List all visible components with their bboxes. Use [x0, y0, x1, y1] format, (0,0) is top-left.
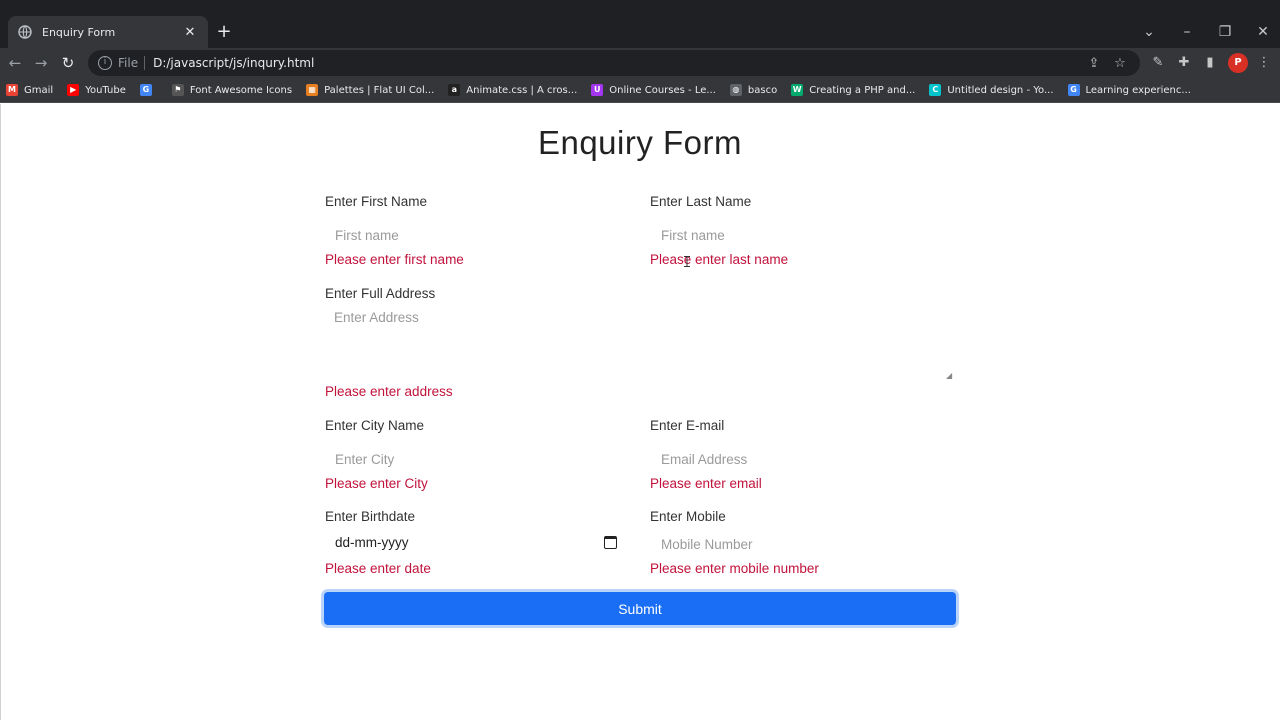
bookmark-item[interactable]: a Animate.css | A cros...	[448, 84, 577, 96]
back-arrow-icon[interactable]: ←	[4, 52, 26, 74]
resize-handle-icon[interactable]: ◢	[946, 372, 954, 380]
mobile-label: Enter Mobile	[650, 509, 726, 524]
city-error: Please enter City	[325, 476, 428, 491]
share-icon[interactable]: ⇪	[1084, 56, 1104, 71]
bookmarks-bar: M Gmail ▶ YouTube G ⚑ Font Awesome Icons ▦ Palet…	[0, 78, 1280, 103]
bookmark-label: Gmail	[24, 84, 54, 96]
globe-icon: ◍	[729, 84, 742, 96]
google-icon: G	[139, 84, 152, 96]
bookmark-label: Creating a PHP and...	[809, 84, 916, 96]
animate-icon: a	[448, 84, 461, 96]
birthdate-label: Enter Birthdate	[325, 509, 416, 524]
bookmark-item[interactable]: C Untitled design - Yo...	[929, 84, 1054, 96]
submit-button[interactable]: Submit	[324, 592, 956, 625]
bookmark-label: Animate.css | A cros...	[466, 84, 578, 96]
bookmark-item[interactable]: G Learning experienc...	[1067, 84, 1191, 96]
first-name-input[interactable]	[325, 224, 615, 246]
bookmark-label: Online Courses - Le...	[609, 84, 716, 96]
close-window-icon[interactable]: ✕	[1251, 22, 1275, 42]
text-cursor-icon	[684, 256, 690, 267]
bookmark-item[interactable]: ▶ YouTube	[67, 84, 126, 96]
url-separator	[144, 56, 146, 70]
bookmark-item[interactable]: ◍ basco	[729, 84, 778, 96]
city-label: Enter City Name	[325, 418, 425, 433]
bookmark-star-icon[interactable]: ☆	[1110, 56, 1130, 71]
bookmark-label: YouTube	[85, 84, 126, 96]
page-content: Enquiry Form Enter First Name Please ent…	[0, 104, 1280, 720]
tab-title: Enquiry Form	[42, 25, 116, 39]
canva-icon: C	[929, 84, 942, 96]
mobile-input[interactable]	[651, 533, 951, 555]
browser-menu-icon[interactable]: ⋮	[1254, 53, 1274, 73]
page-left-edge	[0, 104, 1, 720]
address-label: Enter Full Address	[325, 286, 436, 301]
birthdate-input[interactable]: dd-mm-yyyy	[335, 535, 409, 550]
tab-search-chevron-icon[interactable]: ⌄	[1137, 22, 1161, 42]
minimize-window-icon[interactable]: –	[1175, 22, 1199, 42]
restore-window-icon[interactable]: ❐	[1213, 22, 1237, 42]
close-tab-icon[interactable]: ✕	[182, 25, 198, 40]
bookmark-item[interactable]: M Gmail	[6, 84, 53, 96]
calendar-icon[interactable]	[604, 536, 617, 549]
extensions-puzzle-icon[interactable]: ✚	[1174, 53, 1194, 73]
email-label: Enter E-mail	[650, 418, 725, 433]
address-bar[interactable]: i File D:/javascript/js/inqury.html ⇪ ☆	[88, 50, 1140, 76]
bookmark-item[interactable]: ⚑ Font Awesome Icons	[171, 84, 293, 96]
bookmark-item[interactable]: G	[139, 84, 158, 96]
side-panel-icon[interactable]: ▮	[1200, 53, 1220, 73]
url-scheme: File	[118, 56, 139, 70]
first-name-label: Enter First Name	[325, 194, 428, 209]
last-name-label: Enter Last Name	[650, 194, 752, 209]
bookmark-item[interactable]: ▦ Palettes | Flat UI Col...	[306, 84, 434, 96]
email-input[interactable]	[651, 448, 951, 470]
bookmark-item[interactable]: U Online Courses - Le...	[591, 84, 716, 96]
reload-icon[interactable]: ↻	[57, 52, 79, 74]
mobile-error: Please enter mobile number	[650, 561, 819, 576]
site-info-icon[interactable]: i	[98, 56, 112, 70]
bookmark-label: Font Awesome Icons	[189, 84, 293, 96]
first-name-error: Please enter first name	[325, 252, 464, 267]
last-name-error: Please enter last name	[650, 252, 789, 267]
flag-icon: ⚑	[171, 84, 184, 96]
address-textarea[interactable]	[324, 310, 956, 380]
last-name-input[interactable]	[651, 224, 951, 246]
page-title: Enquiry Form	[537, 124, 743, 161]
bookmark-label: Palettes | Flat UI Col...	[324, 84, 435, 96]
browser-toolbar: ← → ↻ i File D:/javascript/js/inqury.htm…	[0, 48, 1280, 78]
url-text[interactable]: D:/javascript/js/inqury.html	[153, 56, 1078, 70]
email-error: Please enter email	[650, 476, 762, 491]
bookmark-item[interactable]: W Creating a PHP and...	[791, 84, 915, 96]
bookmark-label: Untitled design - Yo...	[947, 84, 1054, 96]
address-error: Please enter address	[325, 384, 453, 399]
browser-tab-active[interactable]: Enquiry Form ✕	[8, 16, 208, 48]
w3-icon: W	[791, 84, 804, 96]
google-icon: G	[1067, 84, 1080, 96]
birthdate-error: Please enter date	[325, 561, 431, 576]
bookmark-label: basco	[747, 84, 778, 96]
gmail-icon: M	[6, 84, 18, 96]
youtube-icon: ▶	[67, 84, 80, 96]
new-tab-button[interactable]: +	[214, 22, 234, 42]
globe-icon	[18, 25, 32, 39]
extension-pen-icon[interactable]: ✎	[1148, 53, 1168, 73]
browser-titlebar: Enquiry Form ✕ + ⌄ – ❐ ✕	[0, 0, 1280, 48]
profile-avatar[interactable]: P	[1228, 53, 1248, 73]
udemy-icon: U	[591, 84, 604, 96]
forward-arrow-icon[interactable]: →	[30, 52, 52, 74]
city-input[interactable]	[325, 448, 615, 470]
palette-icon: ▦	[306, 84, 319, 96]
bookmark-label: Learning experienc...	[1085, 84, 1191, 96]
